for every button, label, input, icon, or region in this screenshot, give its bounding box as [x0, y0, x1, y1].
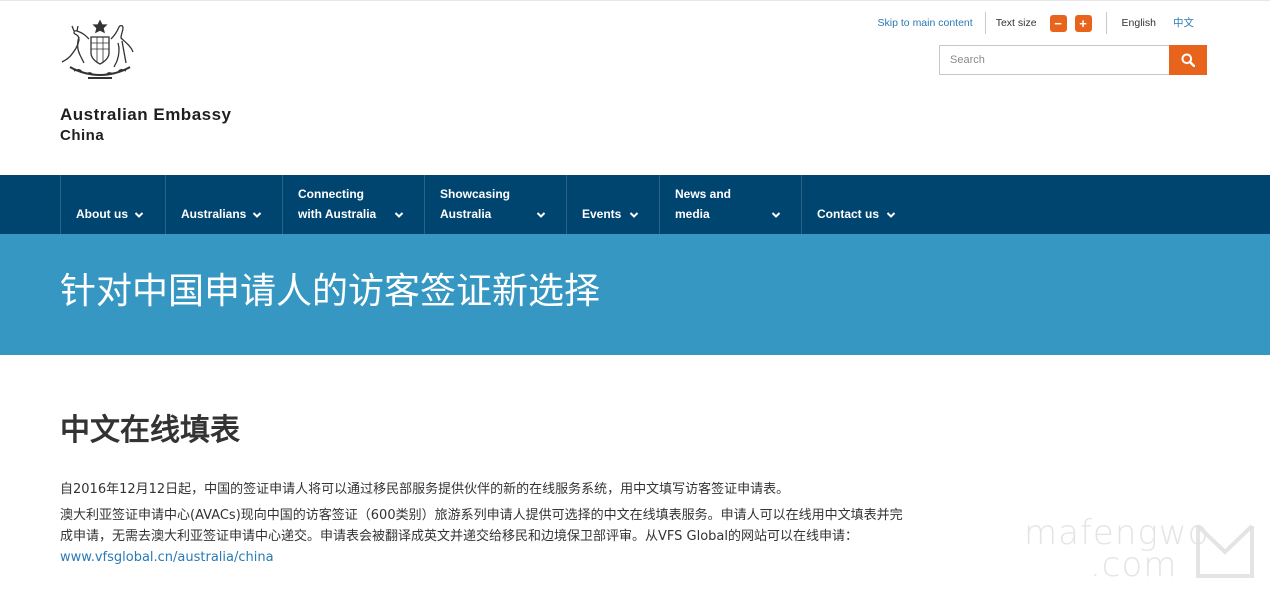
paragraph-details-text: 澳大利亚签证申请中心(AVACs)现向中国的访客签证（600类别）旅游系列申请人…: [60, 508, 903, 544]
nav-item-events[interactable]: Events: [566, 175, 659, 234]
chevron-down-icon: [134, 212, 144, 218]
watermark-logo-icon: [1196, 524, 1254, 578]
page-title: 针对中国申请人的访客签证新选择: [60, 271, 601, 312]
nav-item-showcasing-australia[interactable]: Showcasing Australia: [424, 175, 566, 234]
paragraph-details: 澳大利亚签证申请中心(AVACs)现向中国的访客签证（600类别）旅游系列申请人…: [60, 505, 915, 568]
site-name[interactable]: Australian Embassy China: [60, 105, 232, 147]
chevron-down-icon: [771, 212, 781, 218]
paragraph-intro: 自2016年12月12日起，中国的签证申请人将可以通过移民部服务提供伙伴的新的在…: [60, 482, 790, 497]
nav-item-label: Events: [582, 207, 622, 221]
text-size-label: Text size: [995, 17, 1037, 29]
nav-item-contact-us[interactable]: Contact us: [801, 175, 911, 234]
language-switcher: English 中文: [1107, 17, 1194, 30]
chevron-down-icon: [629, 212, 639, 218]
search-button[interactable]: [1169, 45, 1207, 75]
coat-of-arms-icon[interactable]: [58, 19, 142, 83]
chevron-down-icon: [536, 212, 546, 218]
page-banner: 针对中国申请人的访客签证新选择: [0, 234, 1270, 355]
search-icon: [1181, 53, 1195, 67]
chevron-down-icon: [886, 212, 896, 218]
site-name-line1: Australian Embassy: [60, 105, 232, 124]
nav-item-label: Australians: [181, 207, 247, 221]
text-size-control: Text size − +: [986, 14, 1106, 32]
language-english-link[interactable]: English: [1122, 17, 1156, 29]
skip-to-main-link[interactable]: Skip to main content: [878, 17, 985, 29]
nav-item-connecting-with-australia[interactable]: Connecting with Australia: [282, 175, 424, 234]
nav-item-label: Connecting with Australia: [298, 187, 377, 221]
section-heading: 中文在线填表: [60, 413, 240, 448]
language-chinese-link[interactable]: 中文: [1173, 15, 1194, 30]
main-content: 中文在线填表 自2016年12月12日起，中国的签证申请人将可以通过移民部服务提…: [60, 408, 920, 568]
vfs-global-link[interactable]: www.vfsglobal.cn/australia/china: [60, 550, 274, 565]
nav-item-label: News and media: [675, 187, 732, 221]
chevron-down-icon: [394, 212, 404, 218]
nav-item-label: Contact us: [817, 207, 880, 221]
search-form: [939, 45, 1207, 75]
nav-item-about-us[interactable]: About us: [60, 175, 165, 234]
text-size-increase-button[interactable]: +: [1074, 14, 1092, 32]
search-input[interactable]: [939, 45, 1169, 75]
main-navigation: About us Australians Connecting with Aus…: [0, 175, 1270, 234]
watermark-domain: .com: [1090, 545, 1178, 585]
utility-bar: Skip to main content Text size − + Engli…: [878, 11, 1194, 35]
nav-item-label: About us: [76, 207, 128, 221]
text-size-decrease-button[interactable]: −: [1049, 14, 1067, 32]
nav-item-news-and-media[interactable]: News and media: [659, 175, 801, 234]
nav-item-label: Showcasing Australia: [440, 187, 511, 221]
watermark: mafengwo .com: [1024, 516, 1259, 586]
site-name-line2: China: [60, 127, 105, 144]
nav-item-australians[interactable]: Australians: [165, 175, 282, 234]
site-header: Australian Embassy China Skip to main co…: [0, 0, 1270, 175]
chevron-down-icon: [252, 212, 262, 218]
